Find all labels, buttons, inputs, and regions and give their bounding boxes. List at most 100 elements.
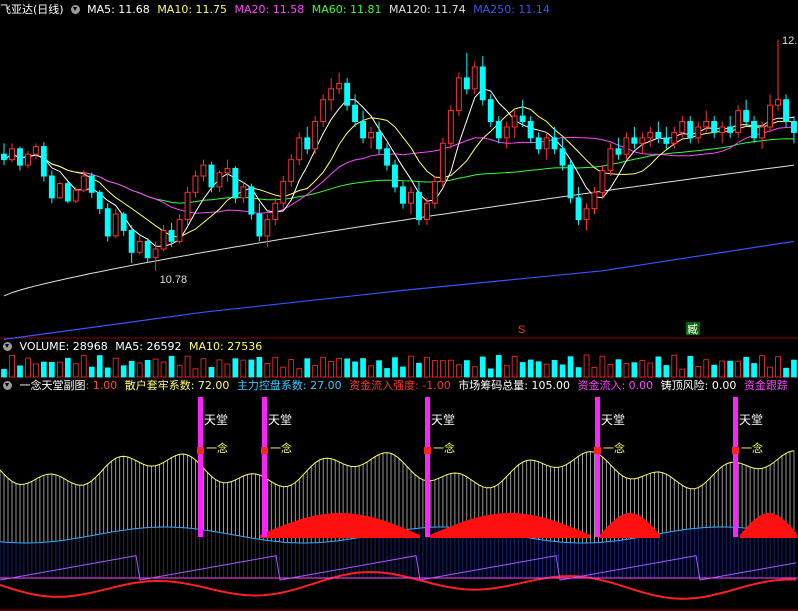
candle-body	[416, 191, 422, 221]
candle-body	[735, 110, 742, 133]
candle	[639, 132, 646, 155]
volume-bar	[487, 368, 494, 378]
volume-bar	[463, 360, 470, 378]
candle-body	[719, 126, 726, 133]
volume-bar	[384, 368, 390, 378]
candle	[447, 105, 454, 149]
candle-body	[344, 82, 351, 106]
volume-bar	[368, 365, 374, 378]
candle	[503, 121, 510, 149]
volume-bar	[128, 360, 135, 378]
candle-body	[687, 121, 694, 139]
indicator-value: : 1.00	[85, 379, 118, 392]
volume-bar	[80, 355, 87, 378]
volume-bar	[775, 356, 781, 378]
stock-chart[interactable]: 12.78 10.78 S 臧天堂一念 天堂一念 天堂一念 天堂一念 天堂一念	[0, 0, 798, 611]
candle	[463, 52, 470, 95]
volume-bar	[120, 365, 127, 378]
heaven-label: 天堂	[431, 413, 455, 427]
volume-bar	[631, 362, 638, 378]
volume-bar	[567, 356, 574, 378]
candle	[471, 61, 478, 95]
candle	[487, 94, 494, 127]
candle	[607, 143, 614, 176]
capital-inflow: 资金流入: 0.00	[577, 379, 654, 392]
candle-body	[1, 153, 7, 161]
candle-body	[384, 148, 391, 166]
volume-bar	[344, 358, 351, 378]
heaven-label: 天堂	[204, 413, 228, 427]
volume-bar	[671, 354, 678, 378]
candle-body	[192, 175, 199, 193]
indicator-red-area	[600, 513, 660, 538]
volume-bar	[240, 359, 247, 378]
candle	[384, 143, 391, 171]
volume-bar	[352, 361, 358, 378]
ma250-line	[3, 240, 795, 340]
volume-dropdown-icon[interactable]	[3, 342, 12, 351]
candle-body	[152, 248, 159, 259]
candle	[719, 121, 726, 144]
candle-body	[607, 148, 614, 172]
candle-body	[232, 167, 239, 199]
volume-bar	[543, 363, 550, 378]
candle	[128, 225, 135, 264]
candle	[535, 132, 542, 155]
volume-bar	[639, 360, 646, 378]
candle	[735, 105, 742, 138]
volume-bar	[607, 364, 614, 378]
candle	[543, 132, 550, 160]
volume-bar	[559, 364, 566, 378]
candle-body	[575, 197, 582, 221]
volume-bar	[400, 366, 406, 378]
volume-bar	[72, 363, 79, 378]
candle-body	[535, 137, 542, 150]
candle	[687, 116, 694, 144]
candle-body	[25, 153, 31, 166]
candle	[527, 116, 534, 144]
thought-label: 一念	[270, 441, 292, 455]
candle-body	[56, 183, 63, 199]
volume-bar	[783, 367, 789, 378]
volume-bar	[280, 366, 287, 378]
candle	[711, 116, 718, 138]
capital-inflow-strength: 资金流入强度: -1.00	[349, 379, 451, 392]
ma60-line	[3, 138, 795, 204]
candle-body	[280, 180, 287, 204]
volume-bar	[663, 365, 670, 378]
stock-title: 飞亚达(日线)	[0, 3, 64, 16]
candle-body	[663, 137, 670, 144]
candle-body	[711, 121, 718, 133]
volume-bar	[184, 355, 191, 378]
candle	[336, 72, 343, 95]
candle-body	[184, 191, 191, 221]
capital-tracking: 资金跟踪	[743, 379, 788, 392]
candle-body	[272, 202, 279, 220]
candle	[743, 99, 750, 127]
candle	[192, 170, 199, 198]
candle-body	[120, 213, 127, 231]
volume-bar	[392, 357, 398, 378]
candle-body	[567, 164, 574, 199]
candle	[48, 170, 55, 204]
volume-bar	[583, 354, 590, 378]
candle-body	[439, 142, 446, 182]
volume-bar	[471, 366, 478, 378]
volume-bar	[17, 365, 23, 378]
thought-label: 一念	[603, 441, 625, 455]
dropdown-icon[interactable]	[70, 5, 80, 14]
volume-bar	[719, 360, 726, 378]
candle-body	[72, 189, 79, 202]
volume-bar	[272, 356, 279, 378]
candle-body	[431, 180, 438, 204]
market-chip-total: 市场筹码总量: 105.00	[458, 379, 570, 392]
indicator-dropdown-icon[interactable]	[3, 381, 12, 390]
volume-bar	[495, 354, 502, 378]
volume-bar	[767, 366, 773, 378]
candle-body	[304, 137, 311, 150]
candle-body	[400, 186, 406, 204]
candle	[9, 143, 15, 162]
volume-bar	[1, 368, 7, 378]
volume-bar	[599, 355, 606, 378]
candle	[1, 143, 7, 166]
